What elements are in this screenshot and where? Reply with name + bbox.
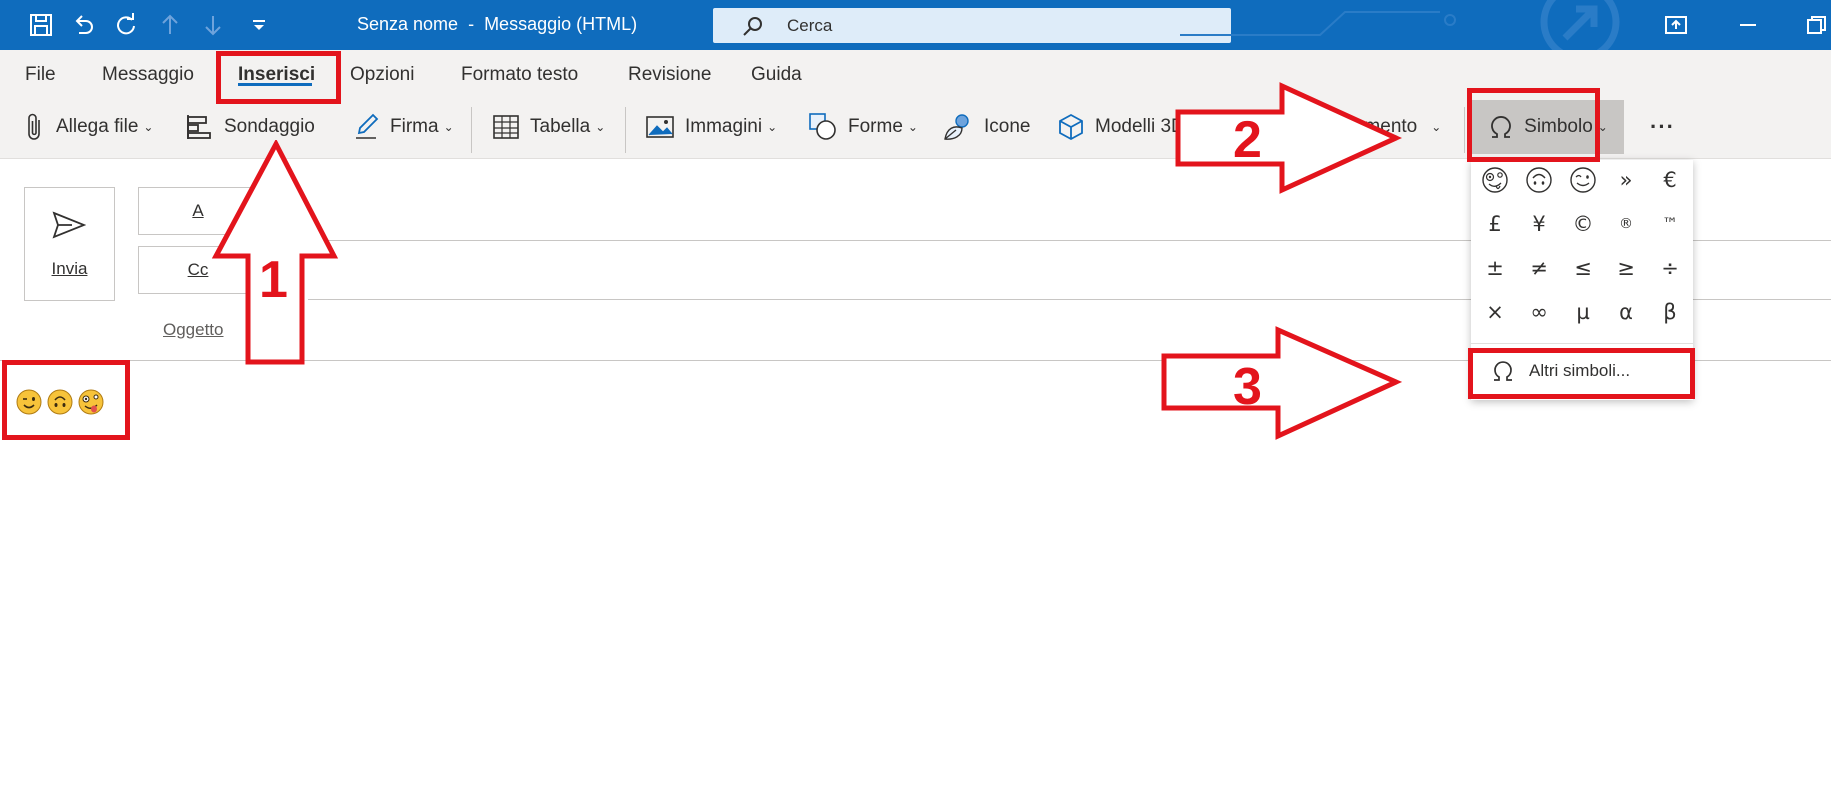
symbol-cell[interactable]: × bbox=[1473, 292, 1517, 332]
restore-icon[interactable] bbox=[1805, 14, 1827, 36]
window-title: Senza nome - Messaggio (HTML) bbox=[357, 14, 638, 34]
highlight-body-emojis bbox=[2, 360, 130, 440]
redo-icon[interactable] bbox=[113, 12, 139, 38]
paperclip-icon bbox=[28, 113, 40, 140]
icons-label: Icone bbox=[984, 116, 1031, 137]
shapes-button[interactable]: Forme ⌄ bbox=[808, 100, 918, 154]
signature-label: Firma bbox=[390, 116, 439, 137]
poll-label: Sondaggio bbox=[224, 116, 315, 137]
attach-file-label: Allega file bbox=[56, 116, 139, 137]
arrow-right-annotation bbox=[1175, 82, 1402, 194]
table-icon bbox=[493, 115, 519, 139]
tab-file[interactable]: File bbox=[25, 64, 56, 86]
symbol-cell[interactable]: ® bbox=[1604, 204, 1648, 244]
minimize-icon[interactable] bbox=[1737, 14, 1759, 36]
highlight-inserisci-tab bbox=[216, 51, 341, 104]
signature-icon bbox=[356, 113, 379, 139]
zany-face-icon[interactable] bbox=[1481, 166, 1509, 194]
ribbon-display-icon[interactable] bbox=[1664, 14, 1688, 36]
highlight-more-symbols bbox=[1468, 348, 1695, 399]
chevron-down-icon: ⌄ bbox=[767, 120, 778, 134]
search-input[interactable]: Cerca bbox=[713, 8, 1231, 43]
tab-guida[interactable]: Guida bbox=[751, 64, 802, 86]
arrow-up-icon[interactable] bbox=[157, 12, 183, 38]
attach-file-button[interactable]: Allega file ⌄ bbox=[24, 100, 153, 154]
symbol-cell[interactable]: β bbox=[1648, 292, 1692, 332]
symbol-cell[interactable]: ± bbox=[1473, 248, 1517, 288]
symbol-cell[interactable]: € bbox=[1648, 160, 1692, 200]
icons-icon bbox=[944, 114, 969, 140]
symbol-cell[interactable]: ≠ bbox=[1517, 248, 1561, 288]
chevron-down-icon: ⌄ bbox=[443, 120, 454, 134]
undo-icon[interactable] bbox=[70, 12, 96, 38]
send-button[interactable]: Invia bbox=[24, 187, 115, 301]
winking-face-icon[interactable] bbox=[1569, 166, 1597, 194]
search-placeholder: Cerca bbox=[787, 16, 833, 35]
symbol-cell[interactable]: ¥ bbox=[1517, 204, 1561, 244]
chevron-down-icon: ⌄ bbox=[1431, 120, 1442, 134]
3d-models-label: Modelli 3D bbox=[1095, 116, 1185, 137]
poll-icon bbox=[187, 115, 211, 139]
ribbon-separator bbox=[471, 107, 472, 153]
chevron-down-icon: ⌄ bbox=[595, 120, 606, 134]
step-3-label: 3 bbox=[1233, 358, 1262, 416]
tab-messaggio[interactable]: Messaggio bbox=[102, 64, 194, 86]
table-label: Tabella bbox=[530, 116, 591, 137]
more-commands-button[interactable]: ··· bbox=[1650, 100, 1675, 154]
search-icon bbox=[743, 17, 762, 36]
title-bar: Senza nome - Messaggio (HTML) Cerca bbox=[0, 0, 1831, 50]
symbol-cell[interactable]: α bbox=[1604, 292, 1648, 332]
images-label: Immagini bbox=[685, 116, 763, 137]
shapes-label: Forme bbox=[848, 116, 903, 137]
tab-opzioni[interactable]: Opzioni bbox=[350, 64, 414, 86]
cube-icon bbox=[1059, 113, 1083, 141]
signature-button[interactable]: Firma ⌄ bbox=[352, 100, 454, 154]
arrow-down-icon[interactable] bbox=[200, 12, 226, 38]
symbol-cell[interactable]: ™ bbox=[1648, 204, 1692, 244]
panel-divider bbox=[1471, 343, 1693, 344]
symbol-cell[interactable]: ≤ bbox=[1561, 248, 1605, 288]
tab-formato-testo[interactable]: Formato testo bbox=[461, 64, 578, 86]
symbol-cell[interactable]: ÷ bbox=[1648, 248, 1692, 288]
step-1-label: 1 bbox=[259, 251, 288, 309]
step-2-label: 2 bbox=[1233, 111, 1262, 169]
symbol-cell[interactable]: ∞ bbox=[1517, 292, 1561, 332]
tab-revisione[interactable]: Revisione bbox=[628, 64, 711, 86]
images-button[interactable]: Immagini ⌄ bbox=[645, 100, 777, 154]
save-icon[interactable] bbox=[28, 12, 54, 38]
send-label: Invia bbox=[51, 259, 88, 278]
upside-down-face-icon[interactable] bbox=[1525, 166, 1553, 194]
arrow-right-annotation bbox=[1161, 326, 1402, 440]
shapes-icon bbox=[809, 113, 836, 140]
decorative-pattern bbox=[1180, 0, 1620, 50]
highlight-symbol-button bbox=[1467, 88, 1600, 162]
chevron-down-icon: ⌄ bbox=[907, 120, 918, 134]
ribbon-separator bbox=[1464, 107, 1465, 153]
image-icon bbox=[646, 116, 674, 138]
chevron-down-icon: ⌄ bbox=[143, 120, 154, 134]
symbol-cell[interactable]: ≥ bbox=[1604, 248, 1648, 288]
symbol-cell[interactable]: £ bbox=[1473, 204, 1517, 244]
customize-toolbar-icon[interactable] bbox=[246, 12, 272, 38]
symbol-cell[interactable]: © bbox=[1561, 204, 1605, 244]
table-button[interactable]: Tabella ⌄ bbox=[492, 100, 605, 154]
symbol-cell[interactable]: » bbox=[1604, 160, 1648, 200]
symbol-cell[interactable]: µ bbox=[1561, 292, 1605, 332]
send-icon bbox=[52, 211, 86, 239]
icons-button[interactable]: Icone bbox=[942, 100, 1030, 154]
ribbon-separator bbox=[625, 107, 626, 153]
